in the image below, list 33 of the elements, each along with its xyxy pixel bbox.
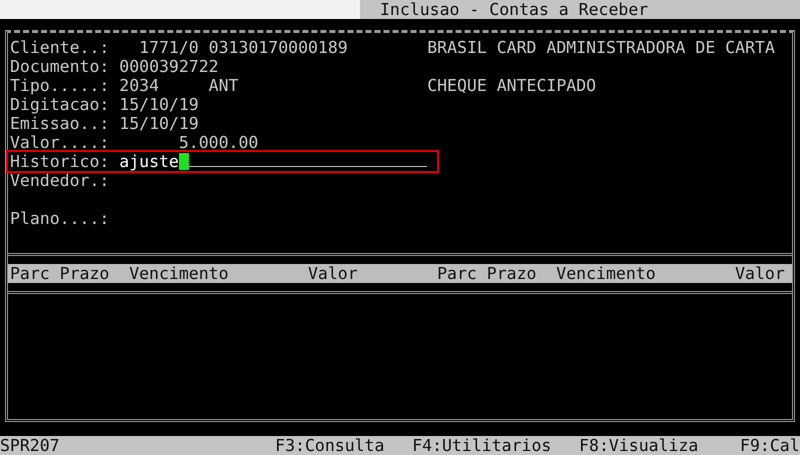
field-value: 1771/0 03130170000189 bbox=[139, 38, 348, 57]
program-code: SPR207 bbox=[0, 436, 61, 455]
field-label: Vendedor.: bbox=[10, 171, 110, 190]
column-header: Parc bbox=[437, 264, 478, 283]
field-value: ANT bbox=[208, 76, 238, 95]
field-label: Historico: bbox=[10, 152, 110, 171]
field-value: 5.000.00 bbox=[178, 133, 258, 152]
function-key-hint[interactable]: F8:Visualiza bbox=[579, 436, 740, 455]
field-label: Plano....: bbox=[10, 209, 110, 228]
field-label: Documento: bbox=[10, 57, 110, 76]
column-header: Parc bbox=[10, 264, 51, 283]
field-description: BRASIL CARD ADMINISTRADORA DE CARTA bbox=[427, 38, 775, 57]
field-value: 15/10/19 bbox=[119, 95, 199, 114]
column-header: Vencimento bbox=[556, 264, 657, 283]
input-field[interactable]: ajuste bbox=[119, 152, 179, 171]
field-label: Tipo.....: bbox=[10, 76, 110, 95]
field-label: Valor....: bbox=[10, 133, 110, 152]
field-value: 15/10/19 bbox=[119, 114, 199, 133]
function-key-hint[interactable]: F3:Consulta bbox=[275, 436, 412, 455]
function-key-hint[interactable]: F4:Utilitarios bbox=[412, 436, 580, 455]
column-header: Valor bbox=[735, 264, 785, 283]
column-header: Prazo bbox=[60, 264, 110, 283]
function-key-hint[interactable]: F9:Cal bbox=[740, 436, 800, 455]
field-label: Digitacao: bbox=[10, 95, 110, 114]
field-value: 2034 bbox=[119, 76, 160, 95]
window-title: Inclusao - Contas a Receber bbox=[380, 0, 648, 19]
field-label: Cliente..: bbox=[10, 38, 110, 57]
field-label: Emissao..: bbox=[10, 114, 110, 133]
column-header: Prazo bbox=[486, 264, 538, 283]
field-value: 0000392722 bbox=[119, 57, 219, 76]
column-header: Valor bbox=[308, 264, 359, 283]
column-header: Vencimento bbox=[129, 264, 230, 283]
field-description: CHEQUE ANTECIPADO bbox=[427, 76, 596, 95]
